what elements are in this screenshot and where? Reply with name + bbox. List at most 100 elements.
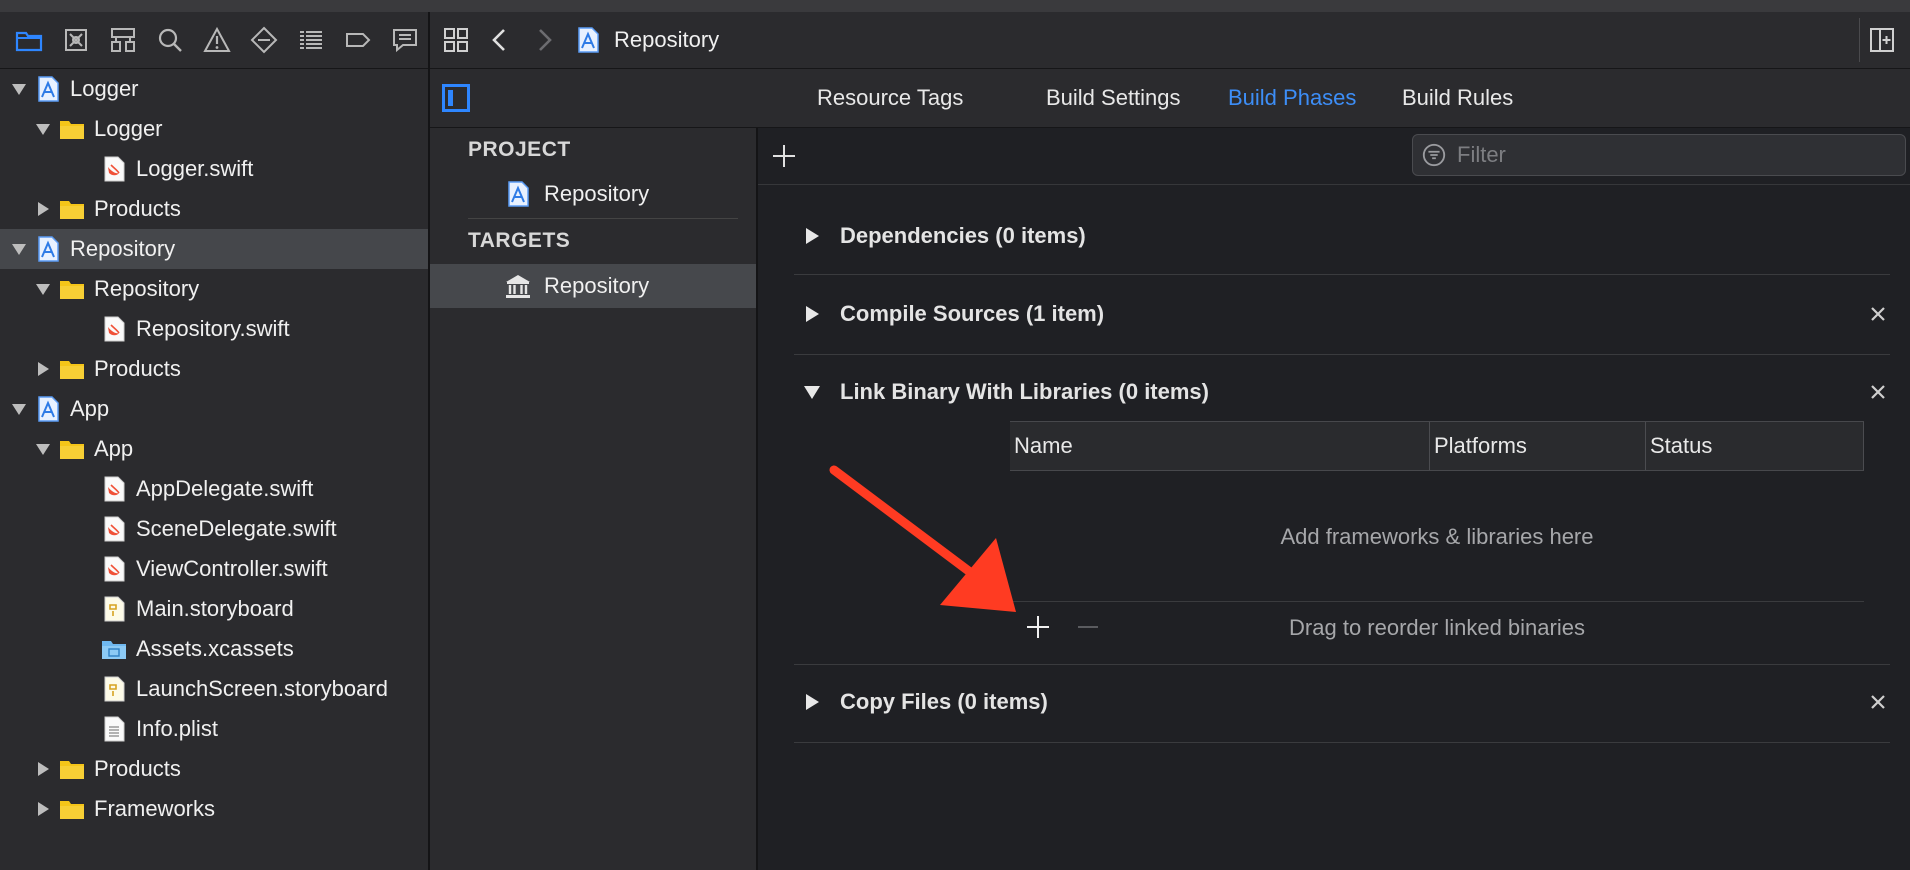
disclosure-triangle-down-icon[interactable] [8,78,30,100]
folder-icon [58,115,86,143]
disclosure-triangle-right-icon[interactable] [32,358,54,380]
related-items-icon[interactable] [434,18,478,62]
tree-item[interactable]: Info.plist [0,709,428,749]
tree-item[interactable]: Logger [0,69,428,109]
tree-item[interactable]: SceneDelegate.swift [0,509,428,549]
filter-field[interactable] [1412,134,1906,176]
tree-item-label: Logger [70,76,139,101]
folder-icon[interactable] [6,20,53,60]
tree-item-label: Main.storyboard [136,596,294,621]
tree-item-label: App [94,436,134,461]
phase-header[interactable]: Copy Files (0 items) [794,664,1890,740]
reorder-hint: Drag to reorder linked binaries [1289,615,1585,640]
source-control-icon[interactable] [53,20,100,60]
tree-item-label: Logger [94,116,163,141]
storyboard-file-icon [100,675,128,703]
disclosure-triangle-right-icon[interactable] [32,758,54,780]
tab-resource-tags[interactable]: Resource Tags [817,69,963,127]
tab-build-settings[interactable]: Build Settings [1046,69,1181,127]
tree-item[interactable]: Assets.xcassets [0,629,428,669]
disclosure-triangle-right-icon[interactable] [800,224,824,248]
disclosure-triangle-down-icon[interactable] [32,118,54,140]
tree-item[interactable]: App [0,389,428,429]
test-icon[interactable] [240,20,287,60]
annotation-arrow-icon [829,465,1016,612]
project-header: PROJECT [468,138,571,161]
symbol-icon[interactable] [100,20,147,60]
tree-item[interactable]: Logger.swift [0,149,428,189]
disclosure-triangle-right-icon[interactable] [800,690,824,714]
folder-icon [58,435,86,463]
disclosure-triangle-right-icon[interactable] [32,798,54,820]
warning-icon[interactable] [194,20,241,60]
disclosure-triangle-down-icon[interactable] [8,238,30,260]
tree-item[interactable]: Frameworks [0,789,428,829]
phase-copy-files: Copy Files (0 items) [794,664,1890,743]
tree-item-label: ViewController.swift [136,556,328,581]
add-phase-button[interactable] [770,142,798,170]
tree-item[interactable]: AppDelegate.swift [0,469,428,509]
project-item[interactable]: Repository [430,172,756,216]
tree-item[interactable]: ViewController.swift [0,549,428,589]
tree-item[interactable]: Products [0,749,428,789]
sidebar-toggle-icon[interactable] [442,84,470,112]
plist-file-icon [100,715,128,743]
tree-item[interactable]: Main.storyboard [0,589,428,629]
divider [1010,601,1864,602]
filter-input[interactable] [1455,141,1879,169]
tree-item[interactable]: Repository [0,229,428,269]
tree-item[interactable]: Repository [0,269,428,309]
column-status[interactable]: Status [1646,422,1864,470]
back-chevron-icon[interactable] [478,18,522,62]
tree-item[interactable]: App [0,429,428,469]
divider [468,218,738,219]
phase-header[interactable]: Compile Sources (1 item) [794,276,1890,352]
disclosure-triangle-down-icon[interactable] [8,398,30,420]
tree-item[interactable]: Logger [0,109,428,149]
breakpoint-icon[interactable] [334,20,381,60]
close-icon[interactable] [1866,302,1890,326]
tab-build-phases[interactable]: Build Phases [1228,69,1356,127]
editor-jump-bar: Repository [430,12,1910,69]
report-icon[interactable] [381,20,428,60]
framework-target-icon [504,272,532,300]
close-icon[interactable] [1866,380,1890,404]
xcode-project-icon [34,395,62,423]
tree-item[interactable]: Products [0,349,428,389]
folder-icon [58,355,86,383]
phase-title: Link Binary With Libraries (0 items) [840,379,1209,404]
tree-item-label: Products [94,196,181,221]
column-name[interactable]: Name [1010,422,1430,470]
tree-item[interactable]: LaunchScreen.storyboard [0,669,428,709]
disclosure-triangle-down-icon[interactable] [32,278,54,300]
add-editor-icon[interactable] [1859,18,1904,62]
disclosure-triangle-right-icon[interactable] [800,302,824,326]
filter-icon [1422,143,1446,167]
phase-header[interactable]: Dependencies (0 items) [794,198,1890,274]
disclosure-triangle-down-icon[interactable] [800,380,824,404]
xcode-project-icon [34,235,62,263]
target-item[interactable]: Repository [430,264,756,308]
disclosure-triangle-down-icon[interactable] [32,438,54,460]
tab-build-rules[interactable]: Build Rules [1402,69,1513,127]
column-platforms[interactable]: Platforms [1430,422,1646,470]
search-icon[interactable] [147,20,194,60]
breadcrumb[interactable]: Repository [574,26,719,54]
targets-header: TARGETS [468,229,571,252]
folder-icon [58,795,86,823]
close-icon[interactable] [1866,690,1890,714]
disclosure-triangle-right-icon[interactable] [32,198,54,220]
tree-item[interactable]: Repository.swift [0,309,428,349]
phase-header[interactable]: Link Binary With Libraries (0 items) [794,354,1890,430]
tree-item[interactable]: Products [0,189,428,229]
debug-icon[interactable] [287,20,334,60]
tree-item-label: AppDelegate.swift [136,476,314,501]
forward-chevron-icon[interactable] [522,18,566,62]
swift-file-icon [100,155,128,183]
asset-catalog-icon [100,635,128,663]
project-navigator: Logger Logger Logger.swift Products Reposito… [0,12,430,870]
tree-item-label: Repository [70,236,176,261]
